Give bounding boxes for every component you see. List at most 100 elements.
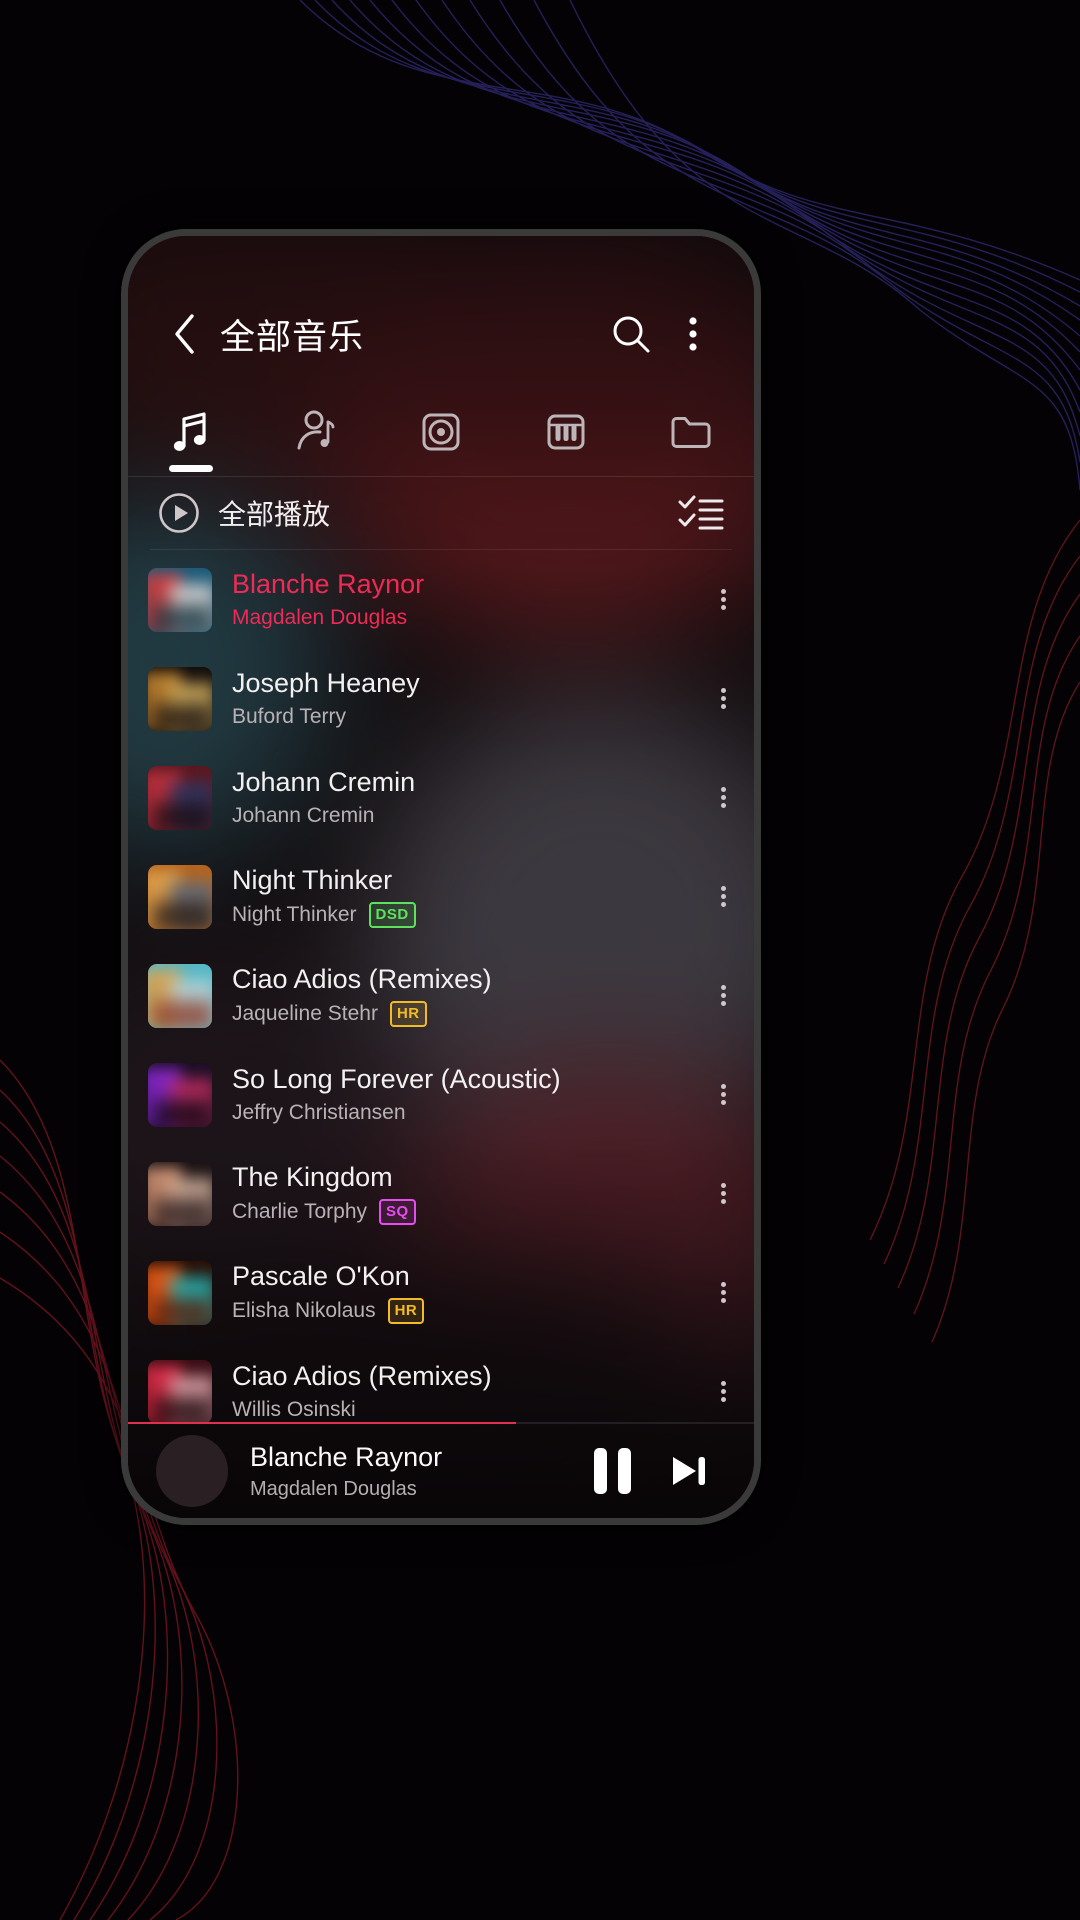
song-overflow-button[interactable]	[692, 847, 754, 946]
song-subtitle: Magdalen Douglas	[232, 606, 692, 630]
song-artist: Elisha Nikolaus	[232, 1299, 376, 1323]
song-artist: Jeffry Christiansen	[232, 1101, 406, 1125]
folder-icon	[671, 417, 711, 448]
category-tab-bar	[128, 388, 754, 476]
album-disc-icon	[422, 413, 460, 451]
phone-screen: 全部音乐 全部播放 Blanche Raynor Magdalen Dougla…	[128, 236, 754, 1518]
song-subtitle: Elisha Nikolaus HR	[232, 1298, 692, 1325]
more-vertical-icon	[689, 317, 697, 351]
song-subtitle: Jeffry Christiansen	[232, 1101, 692, 1125]
more-vertical-icon	[720, 1081, 726, 1108]
song-artist: Willis Osinski	[232, 1398, 356, 1422]
song-artist: Night Thinker	[232, 903, 357, 927]
music-note-icon	[173, 412, 206, 451]
skip-next-icon	[673, 1457, 705, 1485]
song-meta: Joseph Heaney Buford Terry	[232, 668, 692, 730]
song-title: Joseph Heaney	[232, 667, 420, 698]
album-art	[148, 1161, 212, 1226]
mini-player: Blanche Raynor Magdalen Douglas	[128, 1424, 754, 1518]
song-title: Johann Cremin	[232, 766, 416, 797]
album-art	[148, 864, 212, 929]
song-overflow-button[interactable]	[692, 1144, 754, 1243]
song-title: Blanche Raynor	[232, 568, 425, 599]
song-meta: Ciao Adios (Remixes) Willis Osinski	[232, 1361, 692, 1422]
album-art	[148, 963, 212, 1028]
song-title: So Long Forever (Acoustic)	[232, 1063, 561, 1094]
song-meta: So Long Forever (Acoustic) Jeffry Christi…	[232, 1064, 692, 1126]
song-row[interactable]: Pascale O'Kon Elisha Nikolaus HR	[128, 1243, 754, 1342]
song-meta: Night Thinker Night Thinker DSD	[232, 865, 692, 929]
album-art	[148, 666, 212, 731]
screen-root: 全部音乐 全部播放 Blanche Raynor Magdalen Dougla…	[0, 0, 1080, 1920]
play-circle-icon	[159, 493, 199, 533]
song-row[interactable]: Johann Cremin Johann Cremin	[128, 748, 754, 847]
song-artist: Jaqueline Stehr	[232, 1002, 378, 1026]
song-meta: Johann Cremin Johann Cremin	[232, 767, 692, 829]
song-overflow-button[interactable]	[692, 1045, 754, 1144]
now-playing-avatar[interactable]	[156, 1435, 228, 1507]
song-overflow-button[interactable]	[692, 946, 754, 1045]
search-button[interactable]	[600, 303, 662, 365]
tab-songs[interactable]	[128, 388, 253, 476]
chevron-left-icon	[175, 314, 194, 354]
next-track-button[interactable]	[650, 1433, 726, 1509]
tab-albums[interactable]	[378, 388, 503, 476]
song-list[interactable]: Blanche Raynor Magdalen Douglas Joseph Hea…	[128, 550, 754, 1422]
pause-button[interactable]	[574, 1433, 650, 1509]
song-row[interactable]: Joseph Heaney Buford Terry	[128, 649, 754, 748]
now-playing-artist: Magdalen Douglas	[250, 1477, 417, 1500]
song-row[interactable]: Ciao Adios (Remixes) Jaqueline Stehr HR	[128, 946, 754, 1045]
song-artist: Buford Terry	[232, 705, 346, 729]
artist-icon	[297, 410, 335, 450]
now-playing-title: Blanche Raynor	[250, 1441, 443, 1472]
phone-frame: 全部音乐 全部播放 Blanche Raynor Magdalen Dougla…	[128, 236, 754, 1518]
pause-icon	[593, 1448, 631, 1494]
tab-artists[interactable]	[253, 388, 378, 476]
overflow-menu-button[interactable]	[662, 303, 724, 365]
tab-genres[interactable]	[504, 388, 629, 476]
piano-keys-icon	[547, 414, 585, 450]
song-subtitle: Charlie Torphy SQ	[232, 1199, 692, 1226]
more-vertical-icon	[720, 1180, 726, 1207]
song-row[interactable]: The Kingdom Charlie Torphy SQ	[128, 1144, 754, 1243]
page-title: 全部音乐	[220, 317, 365, 358]
play-all-label: 全部播放	[218, 498, 331, 531]
more-vertical-icon	[720, 883, 726, 910]
more-vertical-icon	[720, 586, 726, 613]
album-art	[148, 567, 212, 632]
song-title: Night Thinker	[232, 864, 393, 895]
song-row[interactable]: Ciao Adios (Remixes) Willis Osinski	[128, 1342, 754, 1422]
song-meta: Ciao Adios (Remixes) Jaqueline Stehr HR	[232, 964, 692, 1028]
song-overflow-button[interactable]	[692, 1243, 754, 1342]
song-subtitle: Jaqueline Stehr HR	[232, 1001, 692, 1028]
song-row[interactable]: So Long Forever (Acoustic) Jeffry Christi…	[128, 1045, 754, 1144]
multiselect-button[interactable]	[678, 493, 724, 533]
song-title: Ciao Adios (Remixes)	[232, 963, 492, 994]
play-all-row[interactable]: 全部播放	[128, 477, 754, 549]
album-art	[148, 1260, 212, 1325]
song-subtitle: Night Thinker DSD	[232, 902, 692, 929]
back-button[interactable]	[158, 308, 210, 360]
album-art	[148, 1359, 212, 1422]
quality-badge: SQ	[379, 1199, 416, 1226]
more-vertical-icon	[720, 982, 726, 1009]
checklist-icon	[678, 495, 724, 530]
song-artist: Magdalen Douglas	[232, 606, 408, 630]
quality-badge: HR	[387, 1298, 425, 1325]
song-meta: Pascale O'Kon Elisha Nikolaus HR	[232, 1261, 692, 1325]
song-title: The Kingdom	[232, 1161, 393, 1192]
tab-folders[interactable]	[629, 388, 754, 476]
song-artist: Charlie Torphy	[232, 1200, 368, 1224]
song-meta: Blanche Raynor Magdalen Douglas	[232, 569, 692, 631]
song-overflow-button[interactable]	[692, 748, 754, 847]
tab-active-indicator	[168, 465, 213, 472]
song-overflow-button[interactable]	[692, 550, 754, 649]
song-overflow-button[interactable]	[692, 649, 754, 748]
song-row[interactable]: Night Thinker Night Thinker DSD	[128, 847, 754, 946]
album-art	[148, 1062, 212, 1127]
song-subtitle: Johann Cremin	[232, 804, 692, 828]
song-title: Ciao Adios (Remixes)	[232, 1360, 492, 1391]
song-row[interactable]: Blanche Raynor Magdalen Douglas	[128, 550, 754, 649]
song-overflow-button[interactable]	[692, 1342, 754, 1422]
more-vertical-icon	[720, 784, 726, 811]
